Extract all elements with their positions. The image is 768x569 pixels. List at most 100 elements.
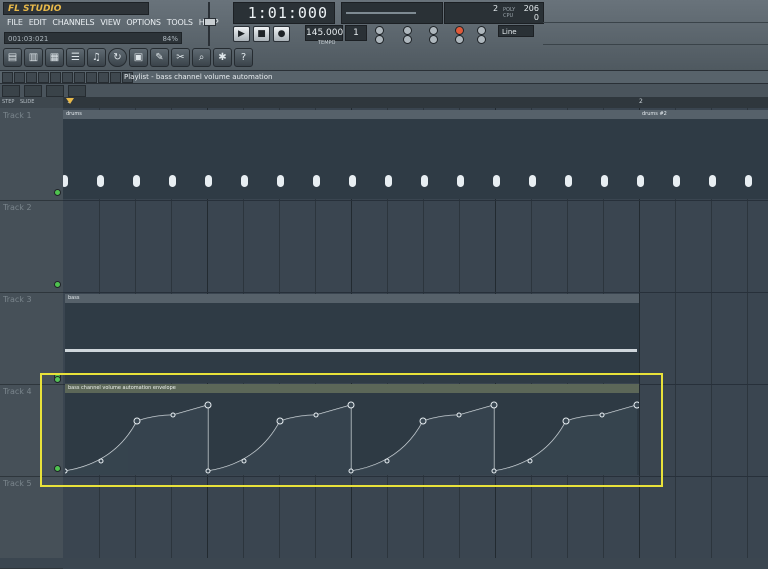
clip-drums2-body[interactable] — [639, 119, 768, 199]
toggle-knob[interactable] — [403, 35, 412, 44]
zoom-tool-icon[interactable] — [86, 72, 97, 83]
slide-label[interactable]: SLIDE — [20, 99, 34, 105]
drum-hit — [493, 175, 500, 187]
record-icon[interactable]: ✎ — [150, 48, 169, 67]
clip-drums-body[interactable] — [63, 119, 639, 199]
toggle-knob[interactable] — [477, 26, 486, 35]
tools-icon[interactable]: ✂ — [171, 48, 190, 67]
clip-bass-header[interactable]: bass — [65, 294, 639, 303]
toggle-knob[interactable] — [455, 26, 464, 35]
view-toggle[interactable] — [24, 85, 42, 97]
cpu-value-a: 2 — [493, 4, 499, 13]
mute-tool-icon[interactable] — [50, 72, 61, 83]
playhead-marker-icon[interactable] — [66, 98, 74, 104]
toggle-knob[interactable] — [477, 35, 486, 44]
track-mute-led[interactable] — [54, 281, 61, 288]
drum-hit — [97, 175, 104, 187]
step-sequencer-icon[interactable]: ▦ — [45, 48, 64, 67]
play-icon[interactable]: ▶ — [233, 26, 250, 42]
poly-label: POLY — [503, 7, 516, 13]
timeline-ruler[interactable]: 1 2 — [63, 97, 768, 108]
tempo-display[interactable]: 145.000 — [305, 25, 343, 41]
settings-icon[interactable]: ✱ — [213, 48, 232, 67]
menu-channels[interactable]: CHANNELS — [49, 16, 97, 30]
toggle-knob[interactable] — [375, 26, 384, 35]
select-tool-icon[interactable] — [74, 72, 85, 83]
playback-tool-icon[interactable] — [98, 72, 109, 83]
snap-select[interactable]: Line — [498, 25, 534, 37]
playlist-window-icon[interactable]: ▤ — [3, 48, 22, 67]
menu-edit[interactable]: EDIT — [26, 16, 50, 30]
snap-tool-icon[interactable] — [110, 72, 121, 83]
tempo-tap-icon[interactable]: ↻ — [108, 48, 127, 67]
stop-icon[interactable]: ■ — [253, 26, 270, 42]
track-header[interactable]: Track 5 — [0, 476, 63, 569]
draw-tool-icon[interactable] — [14, 72, 25, 83]
cpu-value-b: 206 — [523, 4, 539, 13]
view-toggle[interactable] — [46, 85, 64, 97]
toggle-knob[interactable] — [429, 35, 438, 44]
track-header-column: Track 1 Track 2 Track 3 Track 4 Track 5 — [0, 108, 63, 569]
tempo-label: TEMPO — [318, 40, 336, 46]
song-position-display: 1:01:000 — [233, 2, 335, 24]
record-button-icon[interactable]: ● — [273, 26, 290, 42]
slice-tool-icon[interactable] — [62, 72, 73, 83]
delete-tool-icon[interactable] — [38, 72, 49, 83]
search-icon[interactable]: ⌕ — [192, 48, 211, 67]
paint-tool-icon[interactable] — [26, 72, 37, 83]
piano-roll-icon[interactable]: ▥ — [24, 48, 43, 67]
clip-drums-header[interactable]: drums — [63, 110, 639, 119]
browser-icon[interactable]: ☰ — [66, 48, 85, 67]
drum-hit — [133, 175, 140, 187]
track-name: Track 1 — [3, 111, 32, 120]
track-header[interactable]: Track 1 — [0, 108, 63, 201]
toggle-knob[interactable] — [375, 35, 384, 44]
playlist-title: Playlist - bass channel volume automatio… — [124, 73, 273, 81]
toggle-knob[interactable] — [429, 26, 438, 35]
mixer-icon[interactable]: ♫ — [87, 48, 106, 67]
panel-area — [543, 0, 768, 46]
plugin-picker-icon[interactable]: ▣ — [129, 48, 148, 67]
drum-hit — [601, 175, 608, 187]
track-header[interactable]: Track 2 — [0, 200, 63, 293]
output-meter — [341, 2, 443, 24]
drum-hit — [457, 175, 464, 187]
view-toggle[interactable] — [2, 85, 20, 97]
step-slide-row: STEP SLIDE — [0, 97, 63, 108]
menu-options[interactable]: OPTIONS — [123, 16, 163, 30]
track-mute-led[interactable] — [54, 189, 61, 196]
drum-hit — [709, 175, 716, 187]
app-logo: FL STUDIO — [3, 2, 149, 15]
drum-hit — [205, 175, 212, 187]
cpu-value-c: 0 — [533, 13, 539, 22]
track-header[interactable]: Track 3 — [0, 292, 63, 385]
menu-arrow-icon[interactable] — [2, 72, 13, 83]
menu-bar: FILE EDIT CHANNELS VIEW OPTIONS TOOLS HE… — [4, 16, 219, 30]
clip-bass-body[interactable] — [65, 303, 639, 383]
drum-hit — [313, 175, 320, 187]
transport-controls: ▶ ■ ● — [233, 25, 290, 43]
toggle-knob[interactable] — [455, 35, 464, 44]
toggle-knob[interactable] — [403, 26, 412, 35]
help-icon[interactable]: ? — [234, 48, 253, 67]
hint-bar: 001:03:021 84% — [4, 32, 182, 44]
master-volume-slider[interactable] — [203, 2, 216, 46]
clip-drums2-header[interactable]: drums #2 — [639, 110, 768, 119]
menu-view[interactable]: VIEW — [97, 16, 123, 30]
drum-hit — [529, 175, 536, 187]
menu-file[interactable]: FILE — [4, 16, 26, 30]
drum-hit — [277, 175, 284, 187]
track-name: Track 3 — [3, 295, 32, 304]
playlist-grid[interactable]: drums drums #2 bass bass channel volume … — [63, 108, 768, 558]
menu-tools[interactable]: TOOLS — [164, 16, 196, 30]
playlist-tools — [2, 72, 133, 83]
playlist-toolbar-row — [0, 84, 768, 98]
hint-time: 001:03:021 — [8, 35, 49, 43]
shortcut-toolbar: ▤ ▥ ▦ ☰ ♫ ↻ ▣ ✎ ✂ ⌕ ✱ ? — [3, 48, 253, 68]
scroll-left-icon[interactable] — [68, 85, 86, 97]
slider-knob[interactable] — [204, 18, 216, 26]
step-label[interactable]: STEP — [2, 99, 14, 105]
bar-marker: 2 — [639, 98, 643, 105]
track-mute-led[interactable] — [54, 376, 61, 383]
pattern-selector[interactable]: 1 — [345, 25, 367, 41]
